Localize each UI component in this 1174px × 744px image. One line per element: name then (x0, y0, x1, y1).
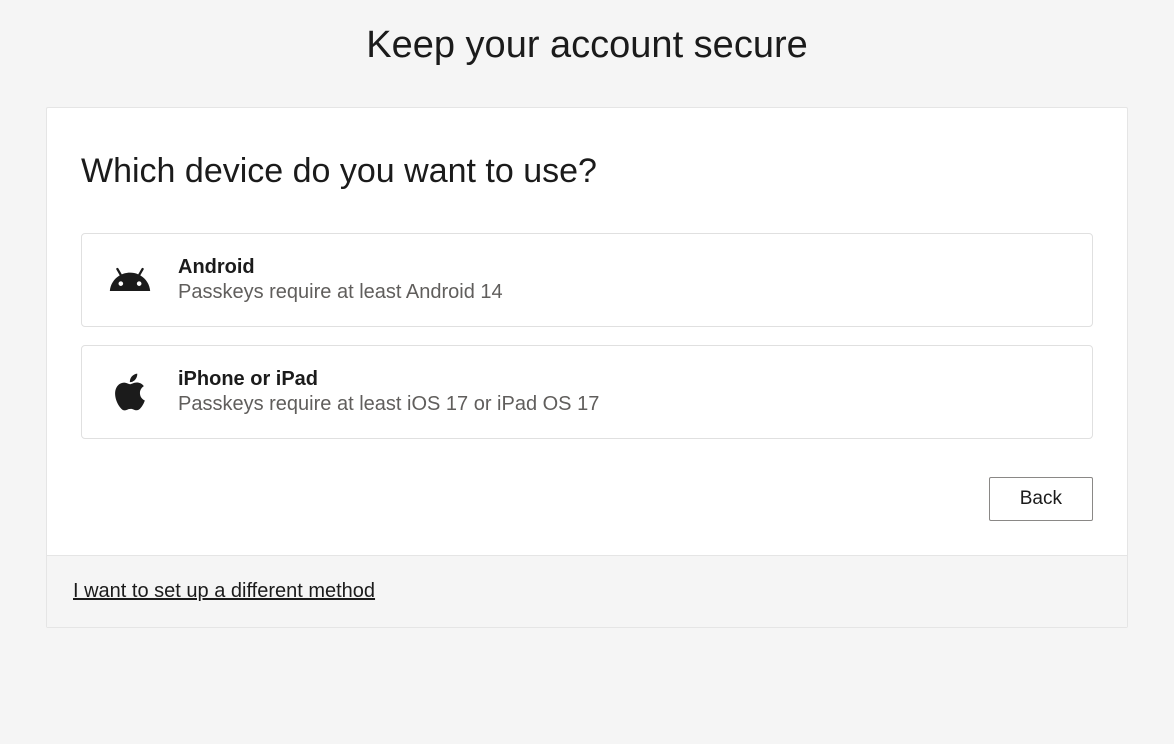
button-row: Back (81, 477, 1093, 521)
back-button[interactable]: Back (989, 477, 1093, 521)
device-text-android: Android Passkeys require at least Androi… (178, 256, 503, 304)
device-title-android: Android (178, 256, 503, 279)
card-body: Which device do you want to use? Android… (47, 108, 1127, 555)
android-icon (106, 256, 154, 304)
device-option-android[interactable]: Android Passkeys require at least Androi… (81, 233, 1093, 327)
page-title: Keep your account secure (0, 0, 1174, 107)
device-selection-card: Which device do you want to use? Android… (46, 107, 1128, 628)
device-subtitle-apple: Passkeys require at least iOS 17 or iPad… (178, 393, 599, 416)
device-text-apple: iPhone or iPad Passkeys require at least… (178, 368, 599, 416)
different-method-link[interactable]: I want to set up a different method (73, 580, 375, 603)
card-footer: I want to set up a different method (47, 555, 1127, 627)
apple-icon (106, 368, 154, 416)
device-option-apple[interactable]: iPhone or iPad Passkeys require at least… (81, 345, 1093, 439)
device-subtitle-android: Passkeys require at least Android 14 (178, 281, 503, 304)
device-title-apple: iPhone or iPad (178, 368, 599, 391)
card-heading: Which device do you want to use? (81, 152, 1093, 191)
